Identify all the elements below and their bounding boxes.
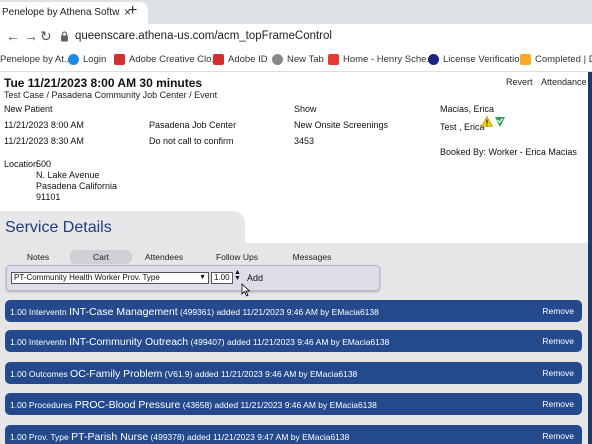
- service-row: 1.00 Outcomes OC-Family Problem (V61.9) …: [5, 362, 582, 384]
- download-icon: [520, 54, 531, 65]
- bookmark-license[interactable]: License Verification: [428, 54, 525, 65]
- remove-button[interactable]: Remove: [542, 336, 574, 346]
- checklist-icon[interactable]: [494, 116, 506, 128]
- remove-button[interactable]: Remove: [542, 368, 574, 378]
- quantity-stepper[interactable]: ▲ ▼: [234, 269, 241, 282]
- bookmark-home-henry[interactable]: Home - Henry Sche...: [328, 54, 434, 65]
- bookmarks-bar: Penelope by At... Login Adobe Creative C…: [0, 50, 592, 72]
- service-row: 1.00 Prov. Type PT-Parish Nurse (499378)…: [5, 425, 582, 444]
- tab-messages[interactable]: Messages: [288, 250, 336, 264]
- revert-link[interactable]: Revert: [506, 77, 533, 87]
- url-text[interactable]: queenscare.athena-us.com/acm_topFrameCon…: [75, 30, 332, 42]
- globe-icon: [272, 54, 283, 65]
- cloud-icon: [68, 54, 79, 65]
- cart-add-box: PT-Community Health Worker Prov. Type ▼ …: [6, 265, 380, 291]
- address-line: N. Lake Avenue: [36, 170, 100, 180]
- worker-name[interactable]: Macias, Erica: [440, 104, 494, 114]
- address-bar: ← → ↻ queenscare.athena-us.com/acm_topFr…: [0, 24, 592, 50]
- service-code: INT-Community Outreach: [69, 336, 189, 348]
- scrollbar[interactable]: [588, 72, 592, 444]
- do-not-call: Do not call to confirm: [149, 136, 234, 146]
- bookmark-adobe-id[interactable]: Adobe ID: [213, 54, 268, 65]
- show-label: Show: [294, 104, 317, 114]
- quantity-input[interactable]: 1.00: [211, 272, 233, 284]
- browser-tab-strip: Penelope by Athena Softw... × +: [0, 0, 592, 24]
- remove-button[interactable]: Remove: [542, 431, 574, 441]
- bookmark-adobe-creative[interactable]: Adobe Creative Clo...: [114, 54, 219, 65]
- mouse-cursor-icon: [241, 283, 251, 297]
- end-time: 11/21/2023 8:30 AM: [4, 136, 84, 146]
- location-label: Location: [4, 159, 39, 169]
- app-content: Tue 11/21/2023 8:00 AM 30 minutes Test C…: [0, 72, 588, 444]
- center-name: Pasadena Job Center: [149, 120, 237, 130]
- bookmark-login[interactable]: Login: [68, 54, 106, 65]
- tab-follow-ups[interactable]: Follow Ups: [212, 250, 262, 264]
- adobe-icon: [213, 54, 224, 65]
- attendance-link[interactable]: Attendance: [541, 77, 587, 87]
- new-tab-button[interactable]: +: [128, 2, 137, 20]
- service-row: 1.00 Interventn INT-Community Outreach (…: [5, 330, 582, 352]
- booked-by: Booked By: Worker - Erica Macias: [440, 147, 577, 157]
- henry-schein-icon: [328, 54, 339, 65]
- reload-icon[interactable]: ↻: [40, 28, 52, 45]
- adobe-icon: [114, 54, 125, 65]
- event-number: 3453: [294, 136, 315, 146]
- tab-title: Penelope by Athena Softw...: [2, 7, 120, 18]
- service-code: PT-Parish Nurse: [71, 431, 149, 443]
- remove-button[interactable]: Remove: [542, 306, 574, 316]
- tab-cart[interactable]: Cart: [70, 250, 132, 264]
- add-button[interactable]: Add: [247, 273, 263, 283]
- new-patient-label: New Patient: [4, 104, 53, 114]
- seal-icon: [428, 54, 439, 65]
- address-line: Pasadena California: [36, 181, 118, 191]
- show-value: New Onsite Screenings: [294, 120, 389, 130]
- lock-icon[interactable]: [60, 31, 69, 42]
- start-time: 11/21/2023 8:00 AM: [4, 120, 84, 130]
- tab-notes[interactable]: Notes: [16, 250, 60, 264]
- breadcrumb: Test Case / Pasadena Community Job Cente…: [4, 90, 218, 100]
- address-line: 500: [36, 159, 52, 169]
- browser-tab[interactable]: Penelope by Athena Softw... ×: [0, 2, 148, 24]
- service-code: PROC-Blood Pressure: [74, 399, 181, 411]
- address-line: 91101: [36, 192, 61, 202]
- tab-attendees[interactable]: Attendees: [140, 250, 188, 264]
- bookmark-new-tab[interactable]: New Tab: [272, 54, 324, 65]
- service-type-select[interactable]: PT-Community Health Worker Prov. Type ▼: [11, 272, 209, 284]
- service-details-title: Service Details: [5, 219, 112, 236]
- page-title: Tue 11/21/2023 8:00 AM 30 minutes: [4, 76, 203, 90]
- service-code: OC-Family Problem: [70, 368, 163, 380]
- service-row: 1.00 Interventn INT-Case Management (499…: [5, 300, 582, 322]
- service-code: INT-Case Management: [69, 306, 178, 318]
- client-name[interactable]: Test , Erica: [440, 122, 485, 132]
- chevron-down-icon: ▼: [199, 274, 206, 281]
- bookmark-penelope[interactable]: Penelope by At...: [0, 54, 72, 65]
- warning-icon[interactable]: [481, 116, 493, 127]
- service-row: 1.00 Procedures PROC-Blood Pressure (436…: [5, 393, 582, 415]
- back-icon[interactable]: ←: [6, 28, 20, 44]
- service-tabs: Notes Cart Attendees Follow Ups Messages: [0, 250, 588, 266]
- forward-icon[interactable]: →: [24, 28, 38, 44]
- service-type-value: PT-Community Health Worker Prov. Type: [14, 273, 160, 282]
- bookmark-completed[interactable]: Completed | Do: [520, 54, 592, 65]
- remove-button[interactable]: Remove: [542, 399, 574, 409]
